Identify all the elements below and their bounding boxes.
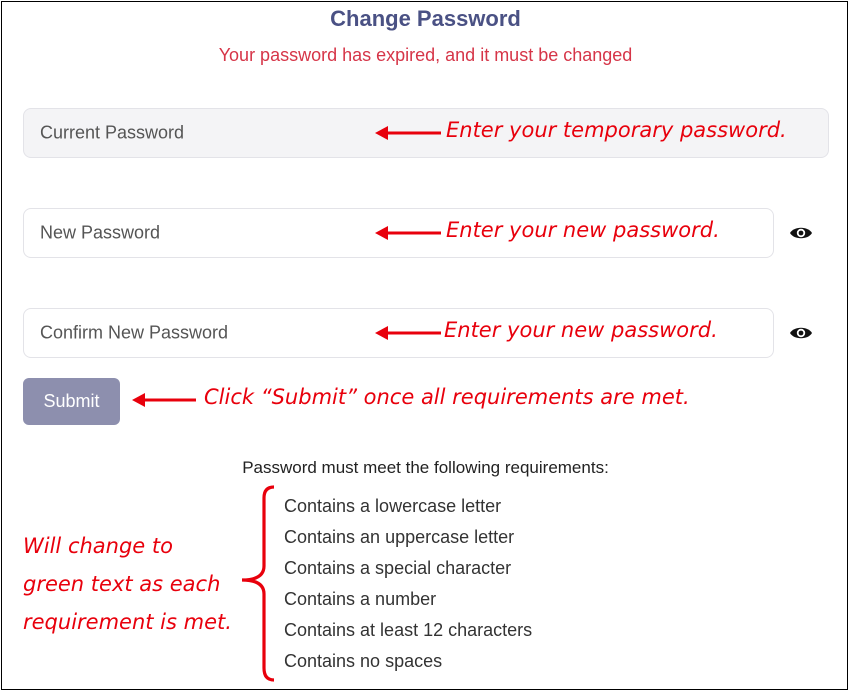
page-title: Change Password — [330, 6, 521, 31]
requirement-item: Contains a number — [284, 589, 437, 609]
left-arrow-icon — [375, 326, 441, 340]
eye-icon[interactable] — [789, 325, 813, 341]
requirements-heading: Password must meet the following require… — [242, 458, 609, 477]
requirement-item: Contains a lowercase letter — [284, 496, 502, 516]
requirement-item: Contains an uppercase letter — [284, 527, 515, 547]
left-arrow-icon — [132, 393, 196, 407]
left-arrow-icon — [375, 126, 441, 140]
requirements-annotation: Will change to green text as each requir… — [23, 527, 232, 641]
requirement-item: Contains at least 12 characters — [284, 620, 533, 640]
left-arrow-icon — [375, 226, 441, 240]
requirements-list: Contains a lowercase letter Contains an … — [284, 493, 532, 679]
new-password-placeholder: New Password — [40, 222, 161, 243]
requirements-annotation-line: green text as each — [23, 572, 221, 596]
annotation-current-password: Enter your temporary password. — [446, 118, 787, 142]
confirm-password-placeholder: Confirm New Password — [40, 322, 229, 343]
eye-icon[interactable] — [789, 225, 813, 241]
submit-button[interactable]: Submit — [23, 378, 120, 425]
requirements-annotation-line: Will change to — [23, 534, 173, 558]
requirement-item: Contains no spaces — [284, 651, 443, 671]
annotation-confirm-password: Enter your new password. — [444, 318, 718, 342]
current-password-placeholder: Current Password — [40, 122, 185, 143]
annotation-new-password: Enter your new password. — [446, 218, 720, 242]
requirement-item: Contains a special character — [284, 558, 512, 578]
requirements-annotation-line: requirement is met. — [23, 610, 232, 634]
expired-message: Your password has expired, and it must b… — [218, 45, 633, 65]
left-brace-icon — [241, 485, 275, 682]
annotation-submit: Click “Submit” once all requirements are… — [204, 385, 690, 409]
